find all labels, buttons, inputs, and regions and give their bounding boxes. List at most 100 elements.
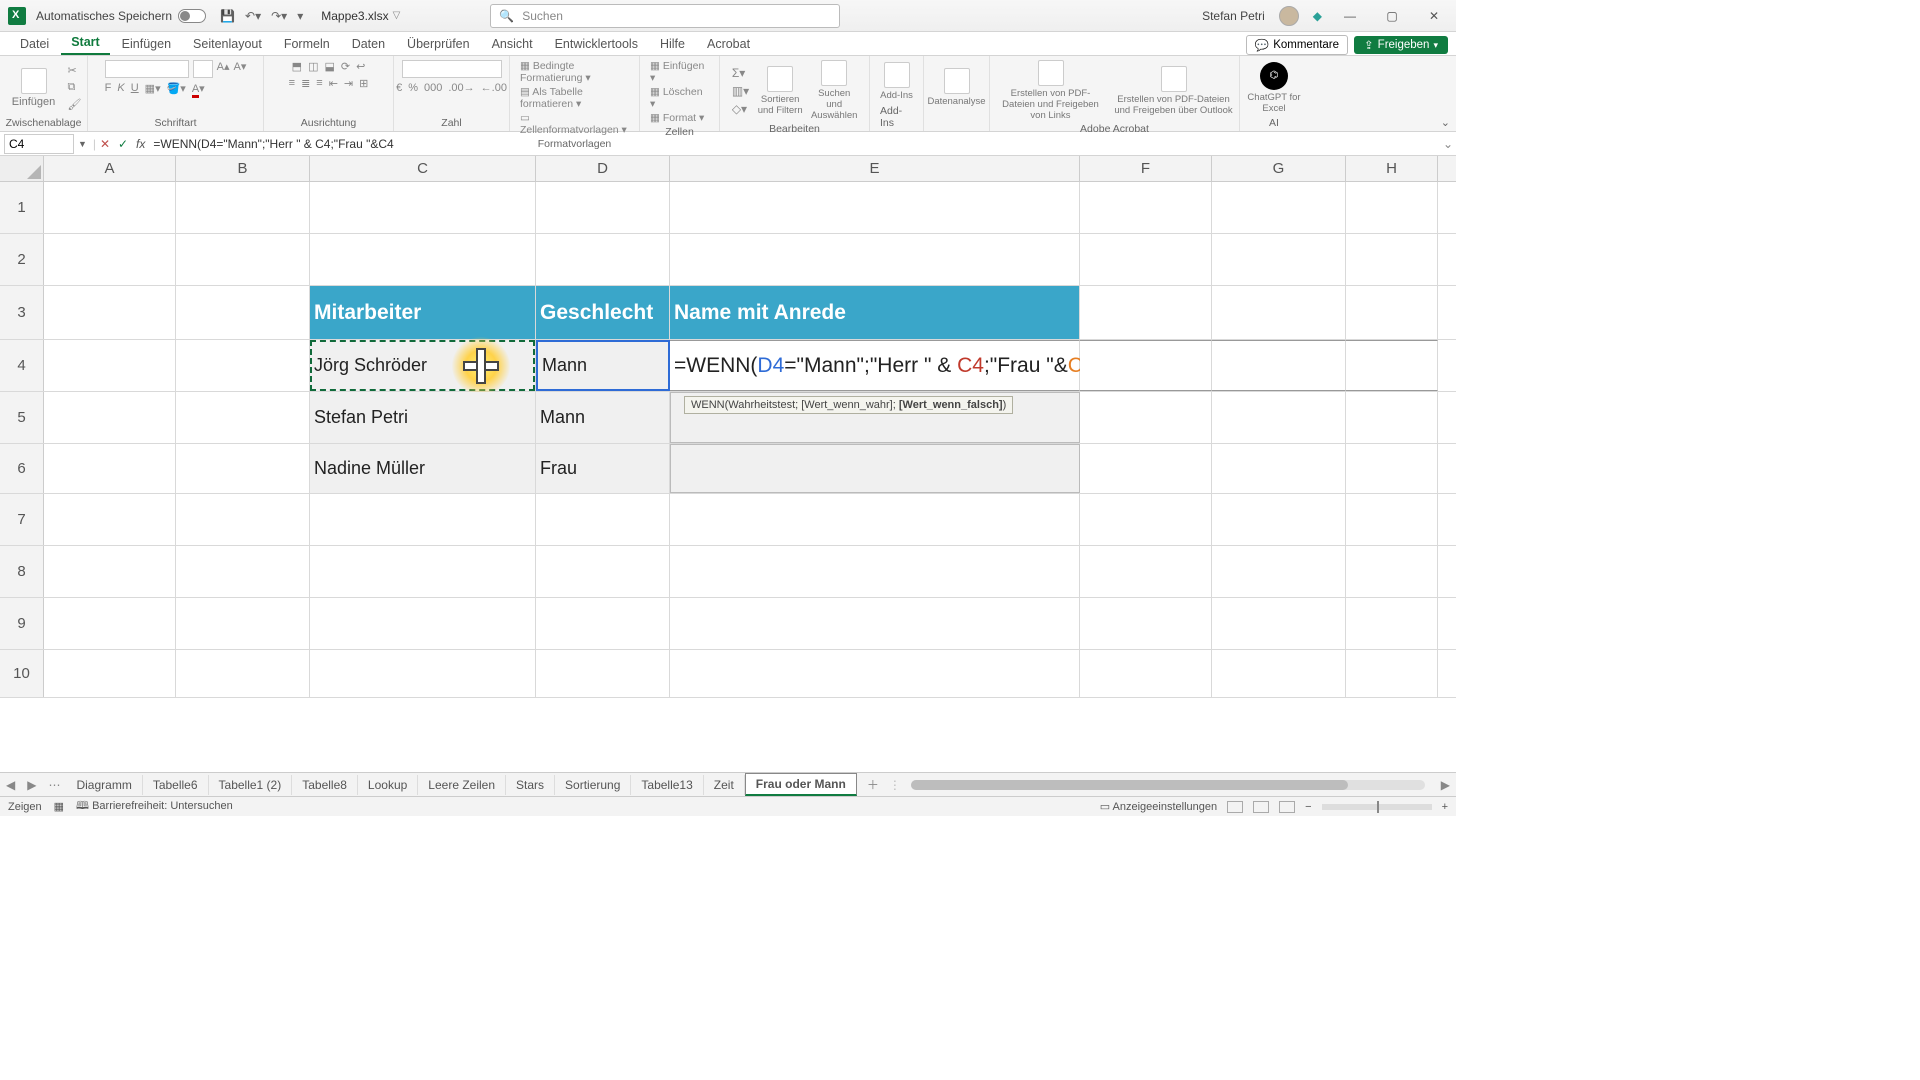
row-header-8[interactable]: 8 — [0, 546, 44, 597]
sort-filter-button[interactable]: Sortieren und Filtern — [757, 66, 803, 116]
cell-E6[interactable] — [670, 444, 1080, 493]
sheet-tab[interactable]: Tabelle6 — [143, 775, 209, 795]
cells-insert-button[interactable]: ▦ Einfügen ▾ — [650, 60, 709, 84]
sheet-tab[interactable]: Zeit — [704, 775, 745, 795]
row-header-7[interactable]: 7 — [0, 494, 44, 545]
sheet-tab[interactable]: Sortierung — [555, 775, 631, 795]
select-all-corner[interactable] — [0, 156, 44, 181]
cell[interactable] — [536, 494, 670, 545]
row-header-2[interactable]: 2 — [0, 234, 44, 285]
row-header-5[interactable]: 5 — [0, 392, 44, 443]
cell[interactable] — [1212, 286, 1346, 339]
sheet-tab[interactable]: Tabelle1 (2) — [209, 775, 293, 795]
filename[interactable]: Mappe3.xlsx — [321, 9, 388, 23]
cell[interactable] — [1080, 546, 1212, 597]
cell[interactable] — [670, 650, 1080, 697]
cells-format-button[interactable]: ▦ Format ▾ — [650, 112, 704, 124]
view-normal-icon[interactable] — [1227, 801, 1243, 813]
cell[interactable] — [1080, 494, 1212, 545]
row-header-6[interactable]: 6 — [0, 444, 44, 493]
cell-C4[interactable]: Jörg Schröder — [310, 340, 536, 391]
formula-input[interactable]: =WENN(D4="Mann";"Herr " & C4;"Frau "&C4 — [149, 137, 1440, 151]
scroll-right-icon[interactable]: ▶ — [1435, 778, 1456, 792]
indent-dec-icon[interactable]: ⇤ — [329, 77, 338, 90]
cell[interactable] — [1346, 546, 1438, 597]
col-header-E[interactable]: E — [670, 156, 1080, 181]
cell[interactable] — [176, 546, 310, 597]
cell[interactable] — [1212, 494, 1346, 545]
cell[interactable] — [1346, 650, 1438, 697]
comma-icon[interactable]: 000 — [424, 82, 442, 94]
align-right-icon[interactable]: ≡ — [316, 77, 322, 90]
cell[interactable] — [44, 650, 176, 697]
paste-button[interactable]: Einfügen — [6, 68, 62, 108]
cell[interactable] — [310, 182, 536, 233]
cell[interactable] — [44, 598, 176, 649]
sheet-nav-prev-icon[interactable]: ◀ — [0, 778, 21, 792]
cell-E4-editing[interactable]: =WENN(D4="Mann";"Herr " & C4;"Frau "&C4 — [670, 340, 1080, 391]
font-size-input[interactable] — [193, 60, 213, 78]
username[interactable]: Stefan Petri — [1202, 9, 1265, 23]
cell-D6[interactable]: Frau — [536, 444, 670, 493]
cut-icon[interactable]: ✂ — [68, 64, 82, 77]
cell[interactable] — [176, 392, 310, 443]
view-page-layout-icon[interactable] — [1253, 801, 1269, 813]
sheet-tab[interactable]: Leere Zeilen — [418, 775, 506, 795]
zoom-in-icon[interactable]: + — [1442, 801, 1448, 813]
acrobat-pdf-link-button[interactable]: Erstellen von PDF-Dateien und Freigeben … — [996, 60, 1106, 121]
indent-inc-icon[interactable]: ⇥ — [344, 77, 353, 90]
cells-delete-button[interactable]: ▦ Löschen ▾ — [650, 86, 709, 110]
col-header-D[interactable]: D — [536, 156, 670, 181]
function-tooltip[interactable]: WENN(Wahrheitstest; [Wert_wenn_wahr]; [W… — [684, 396, 1013, 414]
align-top-icon[interactable]: ⬒ — [292, 60, 302, 73]
align-middle-icon[interactable]: ◫ — [308, 60, 318, 73]
qat-customize-icon[interactable]: ▾ — [297, 9, 303, 23]
cell[interactable] — [176, 444, 310, 493]
cell[interactable] — [310, 598, 536, 649]
undo-icon[interactable]: ↶▾ — [245, 9, 261, 23]
restore-button[interactable]: ▢ — [1378, 9, 1406, 23]
cell[interactable] — [1080, 444, 1212, 493]
cell-styles-button[interactable]: ▭ Zellenformatvorlagen ▾ — [520, 112, 629, 136]
share-button[interactable]: ⇪Freigeben▾ — [1354, 36, 1448, 54]
cell[interactable] — [670, 494, 1080, 545]
autosave-toggle[interactable]: Automatisches Speichern — [36, 9, 206, 23]
border-icon[interactable]: ▦▾ — [145, 82, 161, 95]
tab-ansicht[interactable]: Ansicht — [482, 33, 543, 55]
cell[interactable] — [44, 286, 176, 339]
cell[interactable] — [670, 598, 1080, 649]
cancel-icon[interactable]: ✕ — [96, 137, 114, 151]
accessibility-check[interactable]: 🕮 Barrierefreiheit: Untersuchen — [76, 797, 233, 816]
row-header-4[interactable]: 4 — [0, 340, 44, 391]
row-header-1[interactable]: 1 — [0, 182, 44, 233]
fill-color-icon[interactable]: 🪣▾ — [167, 82, 186, 95]
cell-E3[interactable]: Name mit Anrede — [670, 286, 1080, 339]
name-box[interactable]: C4 — [4, 134, 74, 154]
cell[interactable] — [536, 234, 670, 285]
chevron-down-icon[interactable]: ▽ — [393, 10, 401, 21]
cell[interactable] — [1346, 286, 1438, 339]
cell[interactable] — [44, 340, 176, 391]
chatgpt-button[interactable]: ⌬ChatGPT for Excel — [1247, 62, 1301, 114]
user-avatar[interactable] — [1279, 6, 1299, 26]
cell[interactable] — [1212, 392, 1346, 443]
cell[interactable] — [1346, 182, 1438, 233]
cell[interactable] — [1212, 546, 1346, 597]
clear-icon[interactable]: ◇▾ — [732, 102, 749, 116]
fill-icon[interactable]: ▥▾ — [732, 84, 749, 98]
comments-button[interactable]: 💬Kommentare — [1246, 35, 1348, 55]
fx-icon[interactable]: fx — [136, 137, 145, 151]
align-left-icon[interactable]: ≡ — [289, 77, 295, 90]
number-format-select[interactable] — [402, 60, 502, 78]
collapse-ribbon-icon[interactable]: ⌄ — [1441, 116, 1450, 129]
cell[interactable] — [176, 182, 310, 233]
toggle-switch-icon[interactable] — [178, 9, 206, 23]
redo-icon[interactable]: ↷▾ — [271, 9, 287, 23]
cell[interactable] — [176, 340, 310, 391]
cell[interactable] — [176, 650, 310, 697]
cell[interactable] — [1346, 444, 1438, 493]
find-select-button[interactable]: Suchen und Auswählen — [811, 60, 857, 121]
sheet-tab[interactable]: Tabelle8 — [292, 775, 358, 795]
cell[interactable] — [44, 444, 176, 493]
acrobat-pdf-outlook-button[interactable]: Erstellen von PDF-Dateien und Freigeben … — [1114, 66, 1234, 116]
